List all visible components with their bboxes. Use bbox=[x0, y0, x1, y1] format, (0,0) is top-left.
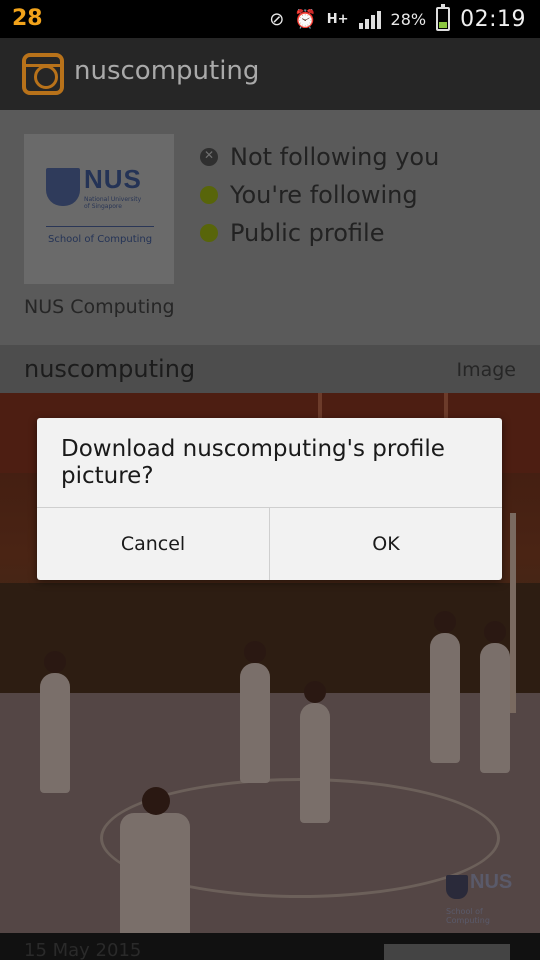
status-active-icon bbox=[200, 186, 218, 204]
alarm-icon: ⏰ bbox=[294, 8, 317, 30]
status-bar: 28 ⊘ ⏰ H+ 28% 02:19 bbox=[0, 0, 540, 38]
signal-icon bbox=[358, 9, 381, 29]
nus-shield-icon bbox=[46, 168, 80, 206]
relationship-status-list: Not following you You're following Publi… bbox=[200, 138, 439, 252]
mute-icon: ⊘ bbox=[269, 8, 285, 30]
nus-logo-divider bbox=[46, 226, 154, 227]
battery-level-fill bbox=[439, 22, 448, 28]
post-action-button[interactable] bbox=[384, 944, 510, 960]
player-figure bbox=[40, 651, 70, 793]
player-figure bbox=[480, 621, 510, 773]
status-active-icon bbox=[200, 224, 218, 242]
nus-logo-subtitle: National University of Singapore bbox=[84, 196, 142, 210]
profile-display-name: NUS Computing bbox=[24, 296, 175, 318]
status-icons: ⊘ ⏰ H+ 28% 02:19 bbox=[269, 0, 526, 38]
status-you-are-following: You're following bbox=[200, 176, 439, 214]
app-bar: nuscomputing bbox=[0, 38, 540, 110]
status-not-following-you: Not following you bbox=[200, 138, 439, 176]
post-date: 15 May 2015 bbox=[24, 940, 142, 960]
post-username: nuscomputing bbox=[24, 355, 196, 383]
status-label: Not following you bbox=[230, 143, 440, 171]
profile-header: NUS National University of Singapore Sch… bbox=[0, 110, 540, 345]
photo-watermark: NUS School of Computing bbox=[446, 871, 526, 925]
dialog-message: Download nuscomputing's profile picture? bbox=[61, 436, 445, 489]
ok-button[interactable]: OK bbox=[270, 508, 502, 580]
player-figure bbox=[120, 787, 190, 933]
status-inactive-icon bbox=[200, 148, 218, 166]
cancel-button[interactable]: Cancel bbox=[37, 508, 269, 580]
download-dialog: Download nuscomputing's profile picture?… bbox=[37, 418, 502, 580]
player-figure bbox=[240, 641, 270, 783]
notification-badge: 28 bbox=[12, 6, 43, 31]
media-type-label: Image bbox=[456, 359, 516, 381]
status-label: You're following bbox=[230, 181, 418, 209]
clock: 02:19 bbox=[460, 6, 526, 32]
player-figure bbox=[430, 611, 460, 763]
post-header: nuscomputing Image bbox=[0, 345, 540, 393]
player-figure bbox=[300, 681, 330, 823]
battery-percent: 28% bbox=[390, 9, 427, 29]
battery-icon bbox=[436, 4, 451, 31]
nus-logo-department: School of Computing bbox=[48, 234, 153, 245]
profile-picture[interactable]: NUS National University of Singapore Sch… bbox=[24, 134, 174, 284]
status-public-profile: Public profile bbox=[200, 214, 439, 252]
hplus-data-icon: H+ bbox=[326, 11, 349, 27]
watermark-subtitle: School of Computing bbox=[446, 907, 490, 925]
nus-logo-text: NUS bbox=[84, 164, 142, 194]
instagram-camera-icon[interactable] bbox=[22, 53, 64, 95]
status-label: Public profile bbox=[230, 219, 385, 247]
app-title: nuscomputing bbox=[74, 56, 260, 86]
watermark-text: NUS bbox=[470, 871, 513, 893]
basketball-pole bbox=[510, 513, 516, 713]
watermark-shield-icon bbox=[446, 875, 468, 899]
